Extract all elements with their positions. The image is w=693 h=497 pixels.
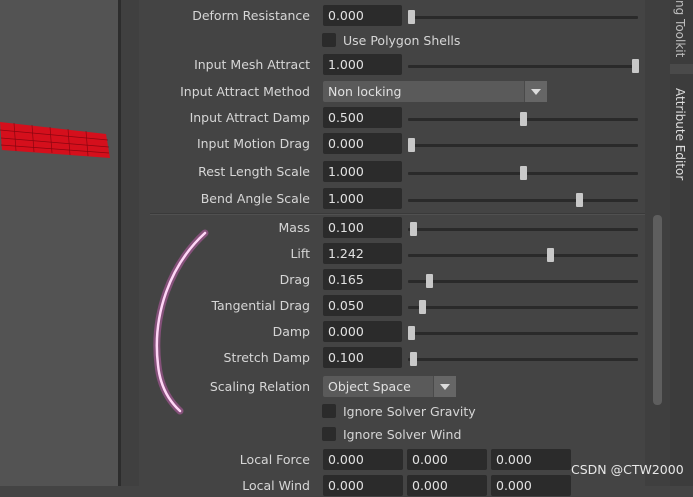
stretch-damp-slider[interactable] <box>408 352 638 366</box>
slider-handle[interactable] <box>520 112 527 126</box>
bend-angle-scale-slider[interactable] <box>408 193 638 207</box>
attr-label: Tangential Drag <box>211 298 310 313</box>
damp-slider[interactable] <box>408 326 638 340</box>
attr-row-input-motion-drag: Input Motion Drag 0.000 <box>120 133 640 155</box>
checkbox-label: Use Polygon Shells <box>343 33 461 48</box>
input-mesh-attract-field[interactable]: 1.000 <box>323 54 402 75</box>
ignore-solver-gravity-checkbox[interactable] <box>322 404 336 418</box>
chevron-down-icon[interactable] <box>433 376 456 397</box>
attr-label: Mass <box>278 220 310 235</box>
use-polygon-shells-checkbox[interactable] <box>322 33 336 47</box>
attr-label: Bend Angle Scale <box>200 191 310 206</box>
tab-separator <box>670 64 693 74</box>
attr-label: Local Force <box>239 452 310 467</box>
tab-toolkit[interactable]: ng Toolkit <box>673 0 687 60</box>
attr-label: Damp <box>272 324 310 339</box>
drag-field[interactable]: 0.165 <box>323 269 402 290</box>
attr-label: Lift <box>290 246 310 261</box>
checkbox-label: Ignore Solver Gravity <box>343 404 476 419</box>
attr-row-rest-length-scale: Rest Length Scale 1.000 <box>120 161 640 183</box>
slider-handle[interactable] <box>408 10 415 24</box>
drag-slider[interactable] <box>408 274 638 288</box>
cloth-mesh <box>0 122 110 158</box>
input-attract-damp-slider[interactable] <box>408 112 638 126</box>
mass-slider[interactable] <box>408 222 638 236</box>
slider-handle[interactable] <box>419 300 427 314</box>
attr-row-local-wind: Local Wind 0.000 0.000 0.000 <box>120 475 640 497</box>
attr-row-bend-angle-scale: Bend Angle Scale 1.000 <box>120 188 640 210</box>
tangential-drag-field[interactable]: 0.050 <box>323 295 402 316</box>
scrollbar[interactable] <box>645 0 670 486</box>
side-tabs: ng Toolkit Attribute Editor <box>670 0 693 486</box>
lift-slider[interactable] <box>408 248 638 262</box>
attr-label: Deform Resistance <box>192 8 310 23</box>
stretch-damp-field[interactable]: 0.100 <box>323 347 402 368</box>
section-separator <box>150 213 650 215</box>
tab-attribute-editor[interactable]: Attribute Editor <box>673 88 687 180</box>
annotation-stroke <box>153 229 209 415</box>
input-mesh-attract-slider[interactable] <box>408 59 639 73</box>
bend-angle-scale-field[interactable]: 1.000 <box>323 188 402 209</box>
tangential-drag-slider[interactable] <box>408 300 638 314</box>
slider-handle[interactable] <box>408 138 415 152</box>
attr-label: Scaling Relation <box>209 379 310 394</box>
rest-length-scale-slider[interactable] <box>408 166 638 180</box>
slider-handle[interactable] <box>546 248 554 262</box>
viewport[interactable] <box>0 0 118 486</box>
attr-label: Rest Length Scale <box>198 164 310 179</box>
watermark: CSDN @CTW2000 <box>571 462 684 477</box>
chevron-down-icon[interactable] <box>524 81 547 102</box>
input-attract-method-value: Non locking <box>328 84 402 99</box>
slider-handle[interactable] <box>520 166 527 180</box>
damp-field[interactable]: 0.000 <box>323 321 402 342</box>
scaling-relation-dropdown[interactable]: Object Space <box>323 376 456 397</box>
attr-row-use-polygon-shells: Use Polygon Shells <box>120 31 640 51</box>
input-motion-drag-field[interactable]: 0.000 <box>323 133 402 154</box>
checkbox-label: Ignore Solver Wind <box>343 427 462 442</box>
slider-handle[interactable] <box>632 59 639 73</box>
lift-field[interactable]: 1.242 <box>323 243 402 264</box>
slider-handle[interactable] <box>425 274 433 288</box>
attr-row-deform-resistance: Deform Resistance 0.000 <box>120 5 640 27</box>
mass-field[interactable]: 0.100 <box>323 217 402 238</box>
local-force-field-y[interactable]: 0.000 <box>407 449 487 470</box>
attr-row-local-force: Local Force 0.000 0.000 0.000 <box>120 449 640 471</box>
attr-row-ignore-solver-wind: Ignore Solver Wind <box>120 425 640 445</box>
rest-length-scale-field[interactable]: 1.000 <box>323 161 402 182</box>
attr-label: Input Attract Method <box>180 84 310 99</box>
deform-resistance-slider[interactable] <box>408 10 638 24</box>
ignore-solver-wind-checkbox[interactable] <box>322 427 336 441</box>
attr-label: Input Motion Drag <box>196 136 310 151</box>
input-attract-damp-field[interactable]: 0.500 <box>323 107 402 128</box>
input-attract-method-dropdown[interactable]: Non locking <box>323 81 547 102</box>
slider-handle[interactable] <box>576 193 583 207</box>
local-force-field-z[interactable]: 0.000 <box>491 449 571 470</box>
attr-label: Input Attract Damp <box>189 110 310 125</box>
slider-handle[interactable] <box>410 352 418 366</box>
deform-resistance-field[interactable]: 0.000 <box>323 5 402 26</box>
local-force-field-x[interactable]: 0.000 <box>323 449 403 470</box>
attr-label: Stretch Damp <box>223 350 310 365</box>
input-motion-drag-slider[interactable] <box>408 138 638 152</box>
scroll-thumb[interactable] <box>653 215 662 405</box>
attr-label: Drag <box>279 272 310 287</box>
slider-handle[interactable] <box>408 326 415 340</box>
attr-row-input-attract-damp: Input Attract Damp 0.500 <box>120 107 640 129</box>
scaling-relation-value: Object Space <box>328 379 411 394</box>
attr-label: Input Mesh Attract <box>194 57 310 72</box>
attr-row-input-attract-method: Input Attract Method Non locking <box>120 81 640 103</box>
attr-row-input-mesh-attract: Input Mesh Attract 1.000 <box>120 54 640 76</box>
slider-handle[interactable] <box>410 222 418 236</box>
